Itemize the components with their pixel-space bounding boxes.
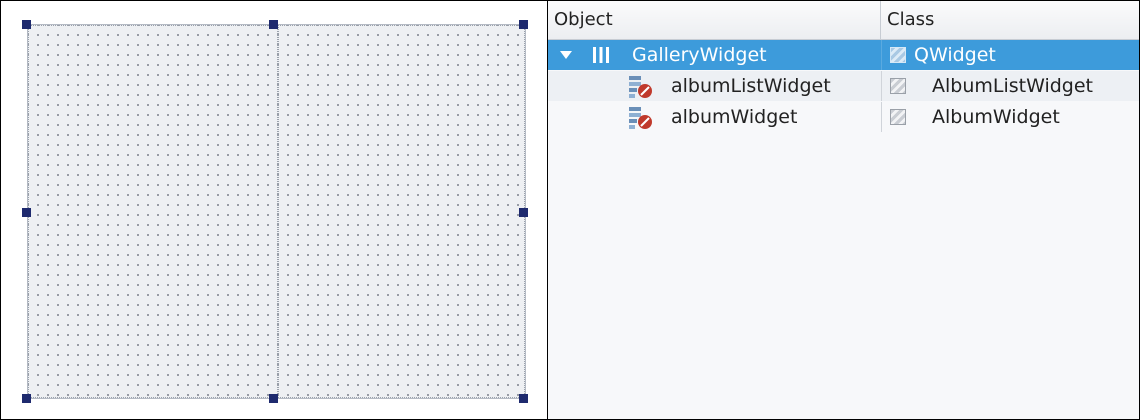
gallery-widget-form[interactable] xyxy=(27,24,526,399)
widget-broken-icon xyxy=(628,106,654,130)
class-name: AlbumListWidget xyxy=(932,75,1094,97)
collapse-arrow-icon[interactable] xyxy=(560,51,572,59)
column-separator xyxy=(881,102,882,132)
column-header-class[interactable]: Class xyxy=(881,1,1139,39)
column-separator xyxy=(881,71,882,101)
resize-handle-middle-left[interactable] xyxy=(22,208,31,217)
designer-window: Object Class GalleryWidget QWidget album… xyxy=(0,0,1140,420)
object-name: albumWidget xyxy=(671,106,798,128)
class-name: AlbumWidget xyxy=(932,106,1060,128)
horizontal-layout-icon xyxy=(592,46,610,64)
tree-row-albumwidget[interactable]: albumWidget AlbumWidget xyxy=(548,102,1139,132)
object-name: GalleryWidget xyxy=(632,44,767,66)
resize-handle-top-right[interactable] xyxy=(519,20,528,29)
object-name: albumListWidget xyxy=(671,75,831,97)
inspector-header: Object Class xyxy=(548,1,1139,40)
resize-handle-top-left[interactable] xyxy=(22,20,31,29)
class-name: QWidget xyxy=(914,44,996,66)
layout-cell-left[interactable] xyxy=(28,25,278,398)
resize-handle-bottom-left[interactable] xyxy=(22,394,31,403)
tree-row-gallerywidget[interactable]: GalleryWidget QWidget xyxy=(548,40,1139,70)
widget-broken-icon xyxy=(628,75,654,99)
resize-handle-bottom-center[interactable] xyxy=(269,394,278,403)
column-separator xyxy=(881,40,882,70)
resize-handle-bottom-right[interactable] xyxy=(519,394,528,403)
class-icon xyxy=(890,47,906,63)
resize-handle-middle-right[interactable] xyxy=(519,208,528,217)
layout-cell-right[interactable] xyxy=(278,25,525,398)
tree-row-albumlistwidget[interactable]: albumListWidget AlbumListWidget xyxy=(548,71,1139,101)
resize-handle-top-center[interactable] xyxy=(269,20,278,29)
form-editor-canvas[interactable] xyxy=(1,1,548,419)
column-header-object[interactable]: Object xyxy=(548,1,881,39)
class-icon xyxy=(890,109,906,125)
class-icon xyxy=(890,78,906,94)
object-inspector: Object Class GalleryWidget QWidget album… xyxy=(548,1,1139,419)
